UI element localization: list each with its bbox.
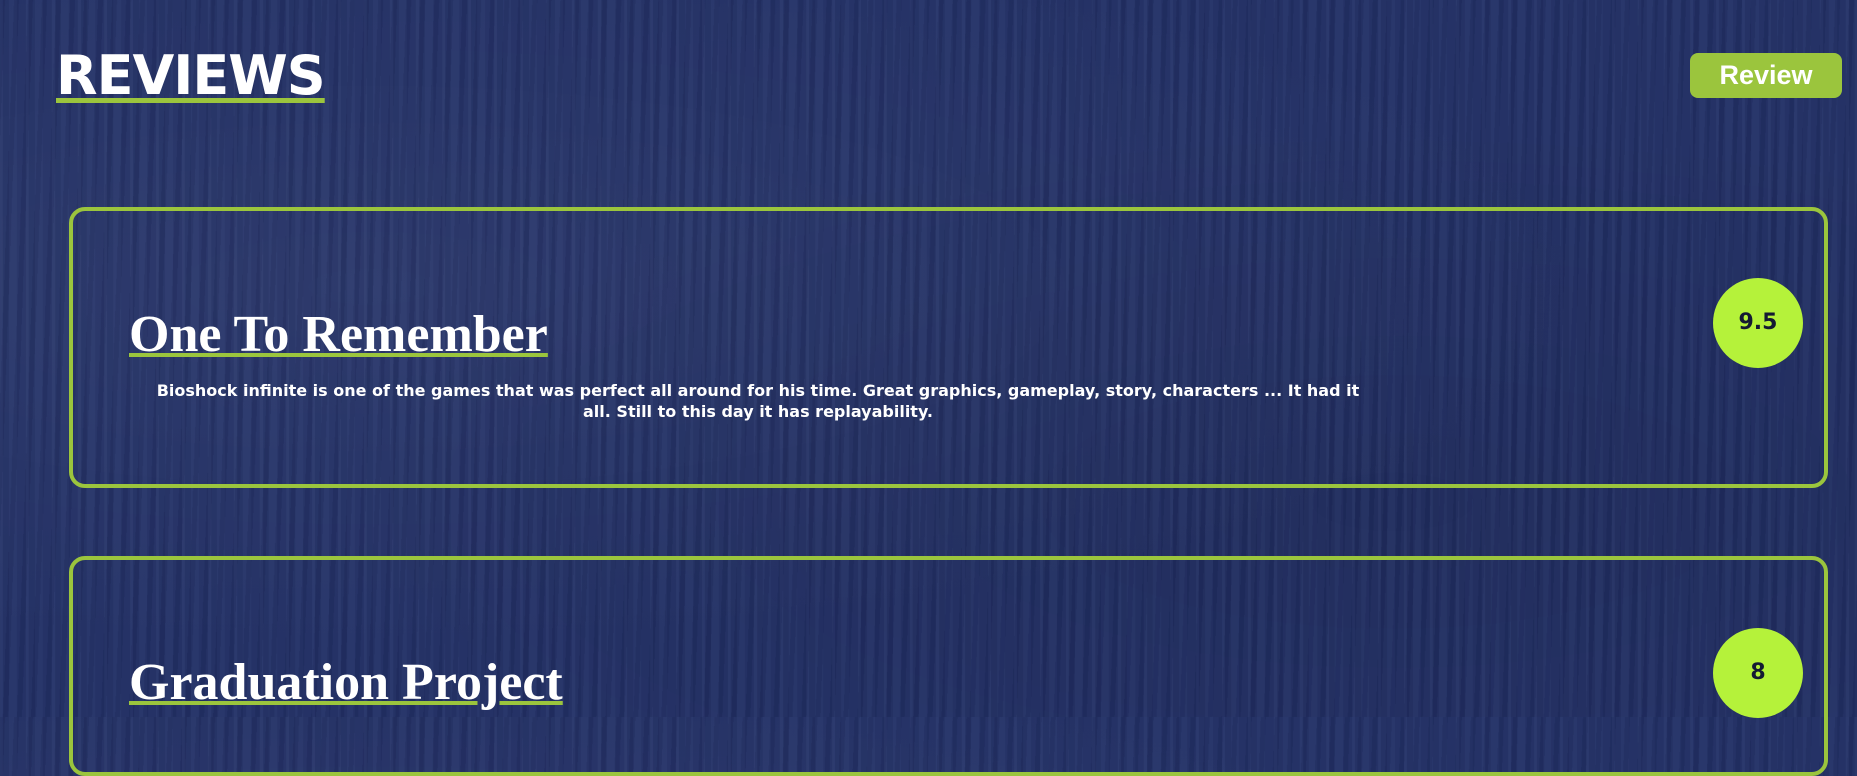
review-card: Graduation Project 8 (69, 556, 1828, 776)
review-card: One To Remember Bioshock infinite is one… (69, 207, 1828, 488)
review-title[interactable]: One To Remember (129, 305, 548, 365)
review-title[interactable]: Graduation Project (129, 653, 563, 713)
review-text: Bioshock infinite is one of the games th… (156, 381, 1360, 421)
score-badge: 8 (1713, 628, 1803, 718)
score-badge: 9.5 (1713, 278, 1803, 368)
review-button[interactable]: Review (1690, 53, 1842, 98)
page-title: REVIEWS (56, 44, 326, 107)
